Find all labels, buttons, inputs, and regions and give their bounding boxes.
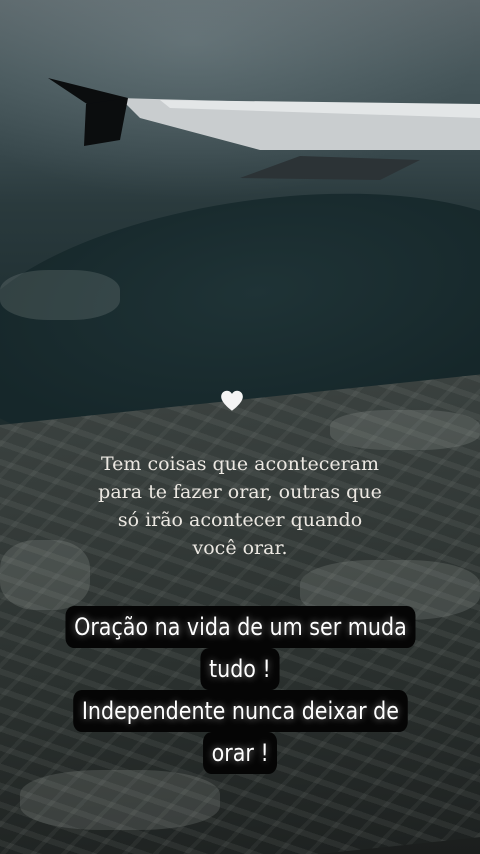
caption-line: orar ! xyxy=(202,732,278,774)
background-photo: Tem coisas que aconteceram para te fazer… xyxy=(0,0,480,854)
snow-patch xyxy=(0,270,120,320)
quote-line: para te fazer orar, outras que xyxy=(98,481,382,503)
caption-line: Independente nunca deixar de xyxy=(72,690,408,732)
quote-line: você orar. xyxy=(192,537,288,559)
quote-line: só irão acontecer quando xyxy=(117,509,363,531)
caption-overlay: Oração na vida de um ser muda tudo ! Ind… xyxy=(0,606,480,774)
airplane-wing xyxy=(48,78,480,180)
caption-line: Oração na vida de um ser muda xyxy=(65,606,415,648)
quote-line: Tem coisas que aconteceram xyxy=(100,453,380,475)
caption-line: tudo ! xyxy=(200,648,280,690)
quote-text: Tem coisas que aconteceram para te fazer… xyxy=(50,450,430,562)
snow-patch xyxy=(20,770,220,830)
heart-icon xyxy=(221,390,243,411)
snow-patch xyxy=(330,410,480,450)
